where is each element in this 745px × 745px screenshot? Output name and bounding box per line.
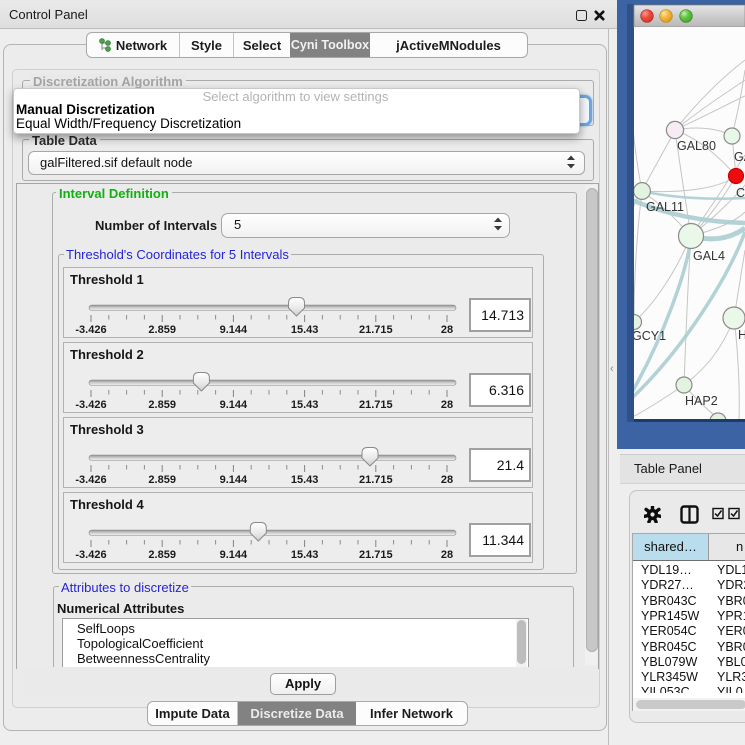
svg-text:28: 28: [441, 399, 453, 411]
svg-text:28: 28: [441, 474, 453, 486]
svg-text:15.43: 15.43: [291, 474, 319, 486]
svg-text:2.859: 2.859: [148, 549, 176, 561]
svg-text:-3.426: -3.426: [75, 324, 106, 336]
svg-text:-3.426: -3.426: [75, 399, 106, 411]
svg-text:28: 28: [441, 324, 453, 336]
svg-text:C: C: [736, 186, 745, 200]
svg-text:21.715: 21.715: [359, 474, 393, 486]
svg-text:15.43: 15.43: [291, 549, 319, 561]
svg-text:15.43: 15.43: [291, 324, 319, 336]
svg-text:GA: GA: [734, 150, 745, 164]
svg-text:GAL4: GAL4: [693, 249, 725, 263]
svg-text:9.144: 9.144: [220, 324, 248, 336]
svg-text:2.859: 2.859: [148, 324, 176, 336]
svg-text:9.144: 9.144: [220, 549, 248, 561]
svg-text:28: 28: [441, 549, 453, 561]
svg-text:GAL11: GAL11: [646, 200, 684, 214]
svg-text:21.715: 21.715: [359, 399, 393, 411]
svg-text:21.715: 21.715: [359, 324, 393, 336]
svg-text:2.859: 2.859: [148, 474, 176, 486]
svg-text:GCY1: GCY1: [632, 329, 666, 343]
svg-text:2.859: 2.859: [148, 399, 176, 411]
svg-text:GAL80: GAL80: [677, 139, 716, 153]
svg-text:15.43: 15.43: [291, 399, 319, 411]
svg-text:HAP2: HAP2: [685, 394, 718, 408]
svg-text:H: H: [738, 328, 745, 342]
svg-text:21.715: 21.715: [359, 549, 393, 561]
svg-text:9.144: 9.144: [220, 399, 248, 411]
svg-text:-3.426: -3.426: [75, 474, 106, 486]
svg-text:-3.426: -3.426: [75, 549, 106, 561]
svg-text:9.144: 9.144: [220, 474, 248, 486]
